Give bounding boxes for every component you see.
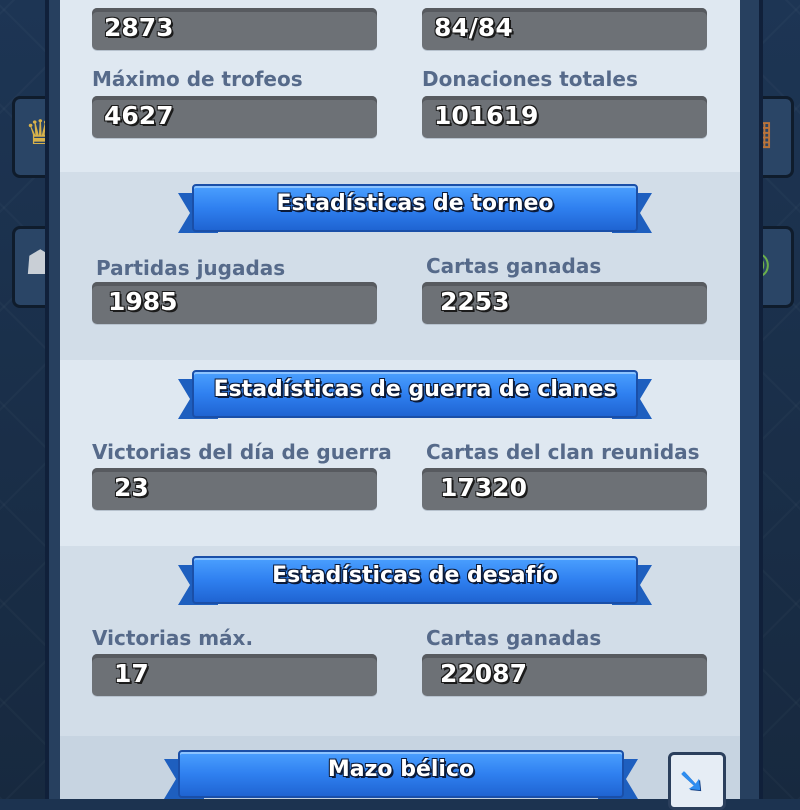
games-played-label: Partidas jugadas [96,256,286,280]
challenge-title: Estadísticas de desafío [272,563,558,588]
games-played-field: 1985 [92,282,377,324]
clan-war-banner: Estadísticas de guerra de clanes [178,370,652,419]
max-wins-field: 17 [92,654,377,696]
challenge-cards-won-field: 22087 [422,654,707,696]
clan-cards-value: 17320 [440,473,527,502]
challenge-banner: Estadísticas de desafío [178,556,652,605]
max-trophies-field: 4627 [92,96,377,138]
challenge-cards-won-label: Cartas ganadas [426,626,602,650]
war-deck-banner: Mazo bélico [164,750,638,799]
clan-cards-field: 17320 [422,468,707,510]
clan-war-title: Estadísticas de guerra de clanes [213,377,617,402]
total-donations-field: 101619 [422,96,707,138]
tournament-cards-won-label: Cartas ganadas [426,254,602,278]
war-day-wins-value: 23 [114,473,149,502]
share-deck-button[interactable]: ➘ [668,752,726,810]
total-donations-value: 101619 [434,101,539,130]
top-left-stat-field: 2873 [92,8,377,50]
max-wins-label: Victorias máx. [92,626,254,650]
games-played-value: 1985 [108,287,178,316]
share-arrow-icon: ➘ [677,761,706,801]
top-right-stat-value: 84/84 [434,13,513,42]
tournament-banner: Estadísticas de torneo [178,184,652,233]
max-trophies-label: Máximo de trofeos [92,67,303,91]
top-left-stat-value: 2873 [104,13,174,42]
challenge-cards-won-value: 22087 [440,659,527,688]
max-wins-value: 17 [114,659,149,688]
max-trophies-value: 4627 [104,101,174,130]
war-day-wins-label: Victorias del día de guerra [92,440,392,464]
war-day-wins-field: 23 [92,468,377,510]
war-deck-title: Mazo bélico [327,757,475,782]
clan-cards-label: Cartas del clan reunidas [426,440,700,464]
tournament-cards-won-field: 2253 [422,282,707,324]
tournament-title: Estadísticas de torneo [276,191,554,216]
tournament-cards-won-value: 2253 [440,287,510,316]
total-donations-label: Donaciones totales [422,67,638,91]
top-right-stat-field: 84/84 [422,8,707,50]
